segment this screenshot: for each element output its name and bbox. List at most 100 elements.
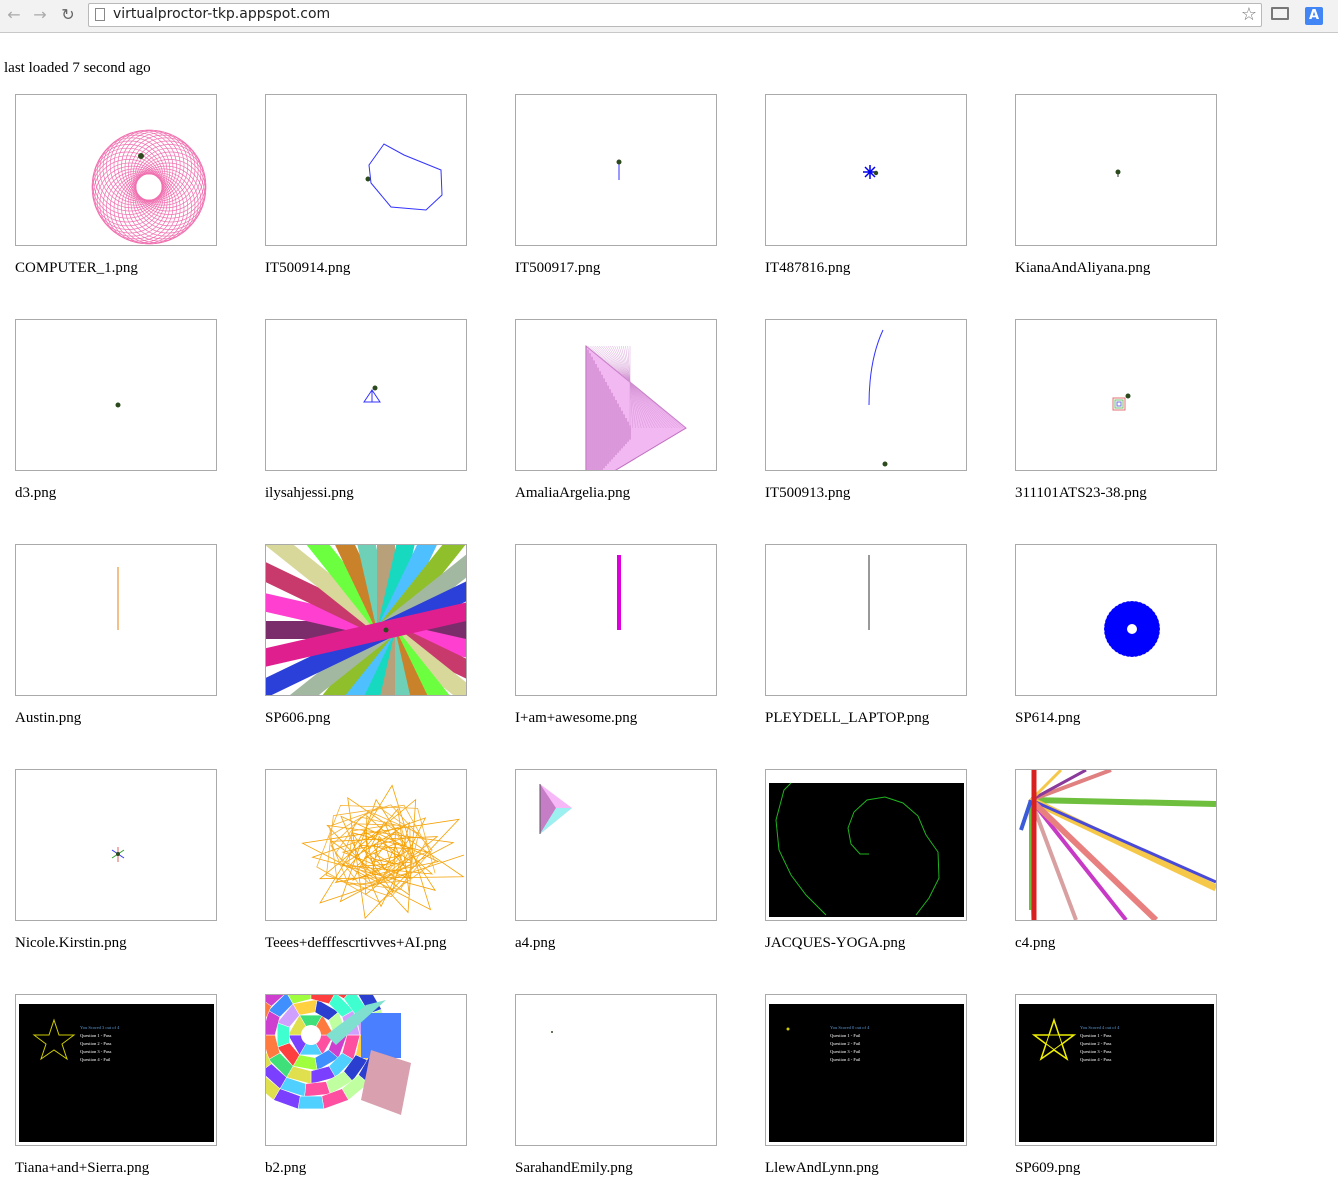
file-card[interactable]: a4.png [515,769,735,974]
quiz-line: Question 3 - Pass [1080,1049,1112,1054]
thumbnail[interactable] [15,769,217,921]
bookmark-star-icon[interactable]: ☆ [1241,4,1257,25]
file-name[interactable]: JACQUES-YOGA.png [765,935,905,952]
file-name[interactable]: Teees+defffescrtivves+AI.png [265,935,447,952]
thumbnail[interactable] [515,994,717,1146]
file-name[interactable]: SP606.png [265,710,330,727]
file-card[interactable]: IT500913.png [765,319,985,524]
thumbnail[interactable] [515,94,717,246]
url-text[interactable]: virtualproctor-tkp.appspot.com [113,6,330,22]
thumbnail[interactable] [765,544,967,696]
last-loaded-status: last loaded 7 second ago [4,60,151,77]
quiz-line: Question 3 - Pass [80,1049,112,1054]
quiz-score-text: You Scored 4 out of 4 [1080,1025,1120,1030]
page-icon [95,8,105,21]
thumbnail[interactable] [265,769,467,921]
thumbnail[interactable] [265,994,467,1146]
file-card[interactable]: Austin.png [15,544,235,749]
browser-toolbar: ← → ↻ virtualproctor-tkp.appspot.com ☆ A [0,0,1338,33]
file-card[interactable]: c4.png [1015,769,1235,974]
file-card[interactable]: IT500917.png [515,94,735,299]
quiz-line: Question 2 - Fail [830,1041,861,1046]
file-name[interactable]: SarahandEmily.png [515,1160,633,1177]
file-card[interactable]: Nicole.Kirstin.png [15,769,235,974]
quiz-line: Question 2 - Pass [80,1041,112,1046]
forward-arrow-icon[interactable]: → [30,5,50,25]
file-name[interactable]: IT487816.png [765,260,850,277]
quiz-line: Question 1 - Fail [830,1033,861,1038]
file-card[interactable]: AmaliaArgelia.png [515,319,735,524]
file-name[interactable]: ilysahjessi.png [265,485,354,502]
thumbnail[interactable] [765,769,967,921]
file-card[interactable]: d3.png [15,319,235,524]
quiz-score-text: You Scored 0 out of 4 [830,1025,870,1030]
thumbnail[interactable] [1015,769,1217,921]
file-name[interactable]: IT500917.png [515,260,600,277]
file-card[interactable]: IT487816.png [765,94,985,299]
file-name[interactable]: SP614.png [1015,710,1080,727]
file-name[interactable]: d3.png [15,485,56,502]
quiz-line: Question 4 - Fail [830,1057,861,1062]
address-bar[interactable]: virtualproctor-tkp.appspot.com ☆ [88,3,1262,27]
file-card[interactable]: PLEYDELL_LAPTOP.png [765,544,985,749]
thumbnail[interactable]: You Scored 0 out of 4 Question 1 - Fail … [765,994,967,1146]
thumbnail[interactable] [515,544,717,696]
thumbnail[interactable] [765,319,967,471]
file-card[interactable]: JACQUES-YOGA.png [765,769,985,974]
back-arrow-icon[interactable]: ← [4,5,24,25]
quiz-line: Question 1 - Pass [1080,1033,1112,1038]
translate-icon[interactable]: A [1305,7,1323,25]
file-name[interactable]: Tiana+and+Sierra.png [15,1160,149,1177]
file-card[interactable]: You Scored 3 out of 4 Question 1 - Pass … [15,994,235,1199]
file-name[interactable]: COMPUTER_1.png [15,260,138,277]
file-name[interactable]: AmaliaArgelia.png [515,485,630,502]
thumbnail[interactable] [265,319,467,471]
thumbnail[interactable] [15,94,217,246]
file-name[interactable]: SP609.png [1015,1160,1080,1177]
file-name[interactable]: PLEYDELL_LAPTOP.png [765,710,929,727]
file-card[interactable]: ilysahjessi.png [265,319,485,524]
file-card[interactable]: SarahandEmily.png [515,994,735,1199]
thumbnail[interactable] [15,544,217,696]
quiz-line: Question 3 - Fail [830,1049,861,1054]
file-card[interactable]: Teees+defffescrtivves+AI.png [265,769,485,974]
thumbnail[interactable] [1015,319,1217,471]
thumbnail[interactable] [1015,544,1217,696]
file-name[interactable]: IT500914.png [265,260,350,277]
file-name[interactable]: Austin.png [15,710,81,727]
thumbnail[interactable] [265,94,467,246]
file-card[interactable]: I+am+awesome.png [515,544,735,749]
quiz-line: Question 4 - Fail [80,1057,111,1062]
file-card[interactable]: IT500914.png [265,94,485,299]
file-card[interactable]: You Scored 4 out of 4 Question 1 - Pass … [1015,994,1235,1199]
file-card[interactable]: SP614.png [1015,544,1235,749]
thumbnail[interactable] [1015,94,1217,246]
file-name[interactable]: KianaAndAliyana.png [1015,260,1150,277]
thumbnail[interactable] [765,94,967,246]
file-card[interactable]: SP606.png [265,544,485,749]
file-name[interactable]: 311101ATS23-38.png [1015,485,1147,502]
file-card[interactable]: b2.png [265,994,485,1199]
file-name[interactable]: Nicole.Kirstin.png [15,935,127,952]
quiz-line: Question 4 - Pass [1080,1057,1112,1062]
reload-icon[interactable]: ↻ [58,5,78,25]
file-card[interactable]: KianaAndAliyana.png [1015,94,1235,299]
quiz-line: Question 2 - Pass [1080,1041,1112,1046]
thumbnail[interactable]: You Scored 4 out of 4 Question 1 - Pass … [1015,994,1217,1146]
thumbnail[interactable] [15,319,217,471]
file-card[interactable]: You Scored 0 out of 4 Question 1 - Fail … [765,994,985,1199]
thumbnail[interactable]: You Scored 3 out of 4 Question 1 - Pass … [15,994,217,1146]
thumbnail[interactable] [515,319,717,471]
file-name[interactable]: IT500913.png [765,485,850,502]
thumbnail[interactable] [515,769,717,921]
file-name[interactable]: LlewAndLynn.png [765,1160,879,1177]
file-card[interactable]: COMPUTER_1.png [15,94,235,299]
file-name[interactable]: b2.png [265,1160,306,1177]
file-card[interactable]: 311101ATS23-38.png [1015,319,1235,524]
cast-icon[interactable] [1271,7,1289,20]
file-name[interactable]: I+am+awesome.png [515,710,637,727]
quiz-line: Question 1 - Pass [80,1033,112,1038]
file-name[interactable]: a4.png [515,935,555,952]
file-name[interactable]: c4.png [1015,935,1055,952]
thumbnail[interactable] [265,544,467,696]
